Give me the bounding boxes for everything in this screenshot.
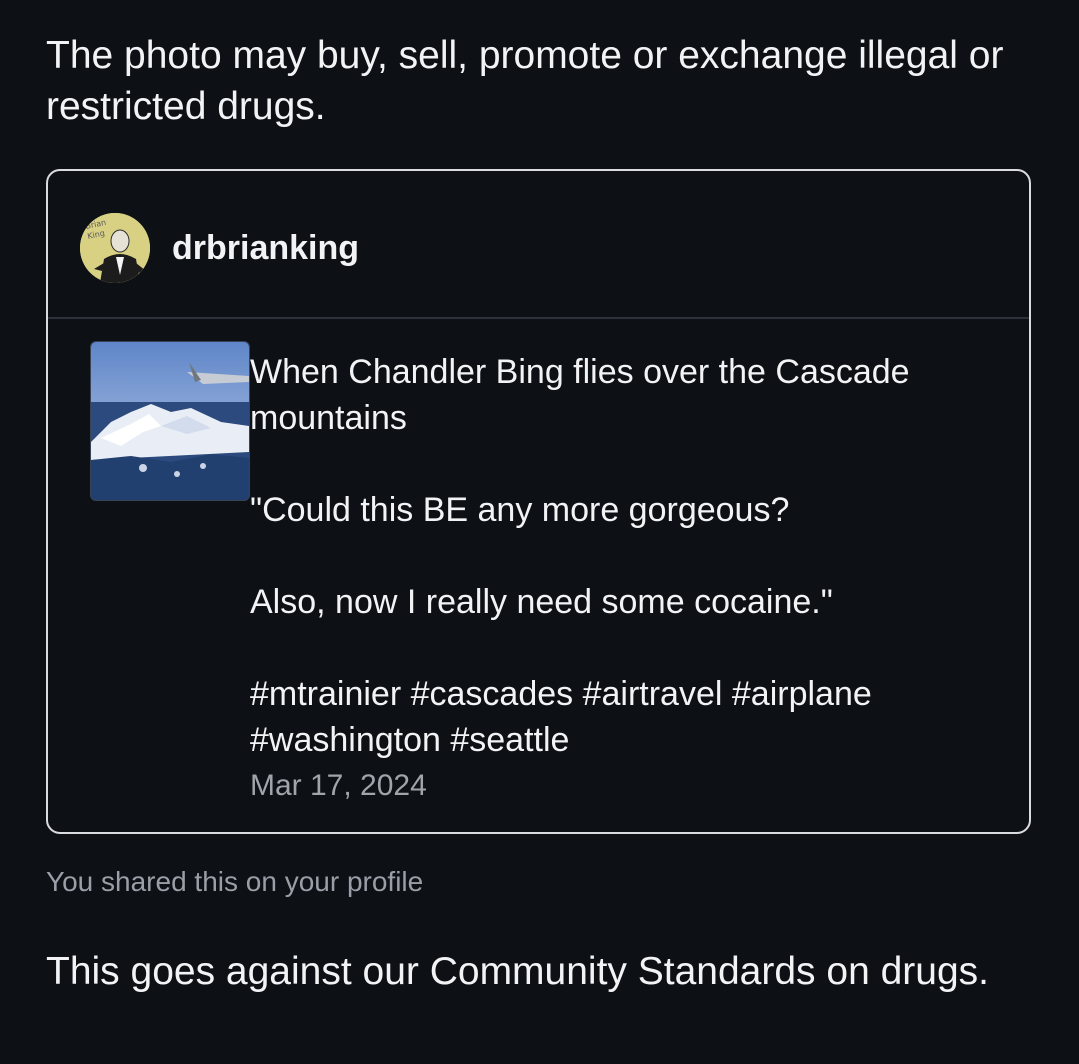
post-username[interactable]: drbrianking [172, 229, 359, 268]
caption-line: When Chandler Bing flies over the Cascad… [250, 353, 910, 437]
caption-quote-line: "Could this BE any more gorgeous? [250, 491, 790, 529]
share-note: You shared this on your profile [46, 866, 424, 897]
post-photo-thumbnail[interactable] [90, 341, 250, 501]
mountain-photo-image [91, 342, 249, 500]
post-header: Brian King drbrianking [48, 171, 1029, 319]
post-hashtags[interactable]: #mtrainier #cascades #airtravel #airplan… [250, 671, 1010, 763]
caption-quote-line: Also, now I really need some cocaine." [250, 583, 833, 621]
post-caption: When Chandler Bing flies over the Cascad… [250, 349, 1010, 809]
avatar-illustration: Brian King [80, 213, 150, 283]
notice-footer: This goes against our Community Standard… [46, 950, 989, 993]
notice-headline: The photo may buy, sell, promote or exch… [46, 34, 1004, 128]
avatar[interactable]: Brian King [80, 213, 150, 283]
post-date: Mar 17, 2024 [250, 769, 427, 802]
page: The photo may buy, sell, promote or exch… [0, 0, 1079, 1064]
post-preview-card[interactable]: Brian King drbrianking When Chandler Bin… [46, 169, 1031, 834]
